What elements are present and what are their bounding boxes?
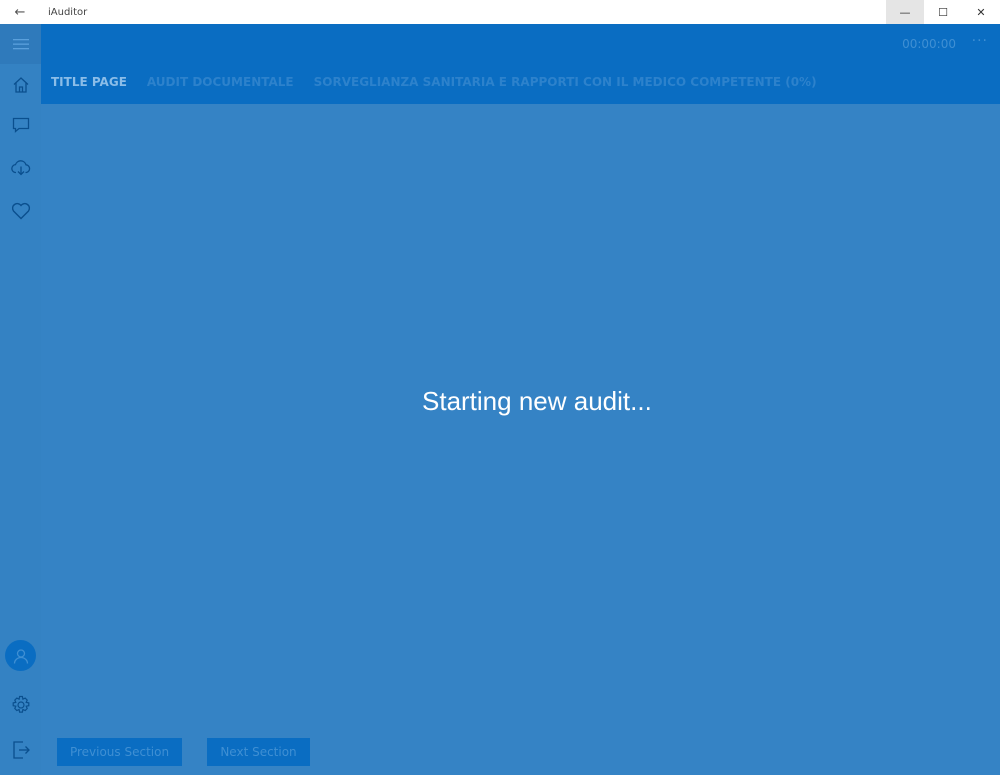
- window-controls: — ☐ ✕: [886, 0, 1000, 24]
- loading-overlay: Starting new audit... Previous Section N…: [41, 104, 1000, 775]
- profile-button[interactable]: [5, 640, 36, 671]
- audit-timer: 00:00:00: [902, 37, 956, 51]
- maximize-button[interactable]: ☐: [924, 0, 962, 24]
- tab-audit-documentale[interactable]: AUDIT DOCUMENTALE: [147, 75, 294, 89]
- heart-icon: [11, 202, 30, 219]
- audit-header: 00:00:00 ··· TITLE PAGE AUDIT DOCUMENTAL…: [41, 24, 1000, 104]
- tab-title-page[interactable]: TITLE PAGE: [51, 75, 127, 89]
- close-button[interactable]: ✕: [962, 0, 1000, 24]
- user-icon: [13, 648, 28, 664]
- loading-message: Starting new audit...: [422, 386, 652, 416]
- more-options-button[interactable]: ···: [972, 33, 988, 49]
- home-icon: [13, 76, 28, 93]
- home-button[interactable]: [8, 72, 33, 97]
- downloads-button[interactable]: [8, 155, 33, 180]
- settings-button[interactable]: [8, 692, 33, 717]
- gear-icon: [12, 695, 29, 713]
- minimize-button[interactable]: —: [886, 0, 924, 24]
- favorites-button[interactable]: [8, 198, 33, 223]
- cloud-download-icon: [10, 159, 30, 175]
- chat-icon: [12, 117, 29, 133]
- sign-out-button[interactable]: [8, 737, 33, 762]
- section-tabs: TITLE PAGE AUDIT DOCUMENTALE SORVEGLIANZ…: [51, 75, 817, 89]
- previous-section-button[interactable]: Previous Section: [57, 738, 182, 766]
- sign-out-icon: [12, 740, 30, 759]
- hamburger-icon: [12, 39, 29, 50]
- title-bar: ← iAuditor — ☐ ✕: [0, 0, 1000, 24]
- next-section-button[interactable]: Next Section: [207, 738, 310, 766]
- back-button[interactable]: ←: [0, 0, 40, 24]
- tab-sorveglianza-sanitaria[interactable]: SORVEGLIANZA SANITARIA E RAPPORTI CON IL…: [314, 75, 817, 89]
- app-title: iAuditor: [48, 6, 88, 18]
- messages-button[interactable]: [8, 112, 33, 137]
- hamburger-button[interactable]: [0, 24, 41, 64]
- sidebar: [0, 24, 41, 775]
